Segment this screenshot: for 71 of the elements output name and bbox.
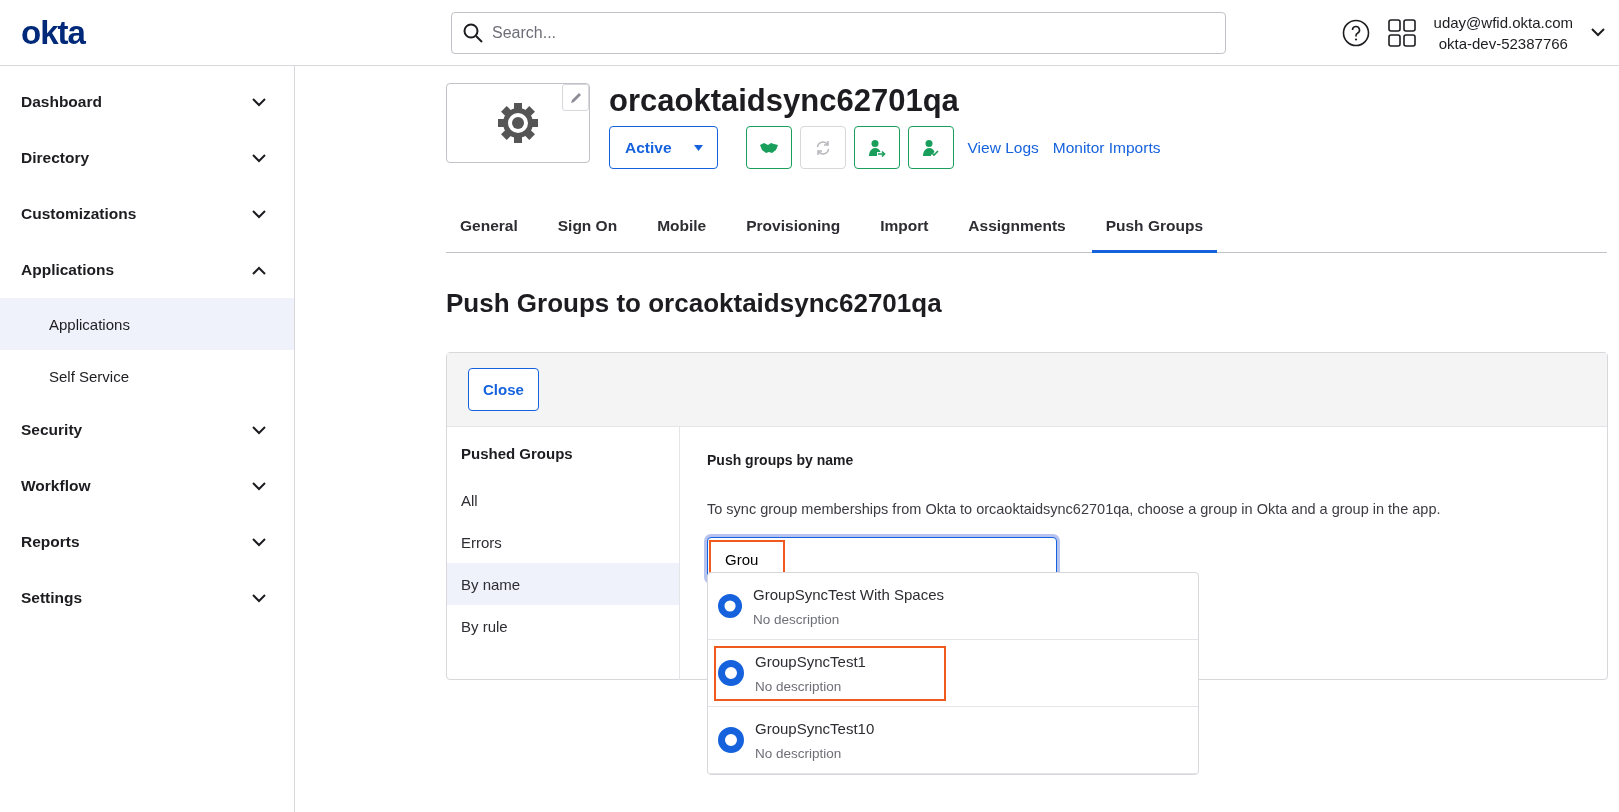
group-description: No description bbox=[755, 745, 843, 761]
user-push-button[interactable] bbox=[853, 126, 900, 169]
sidebar-label: Directory bbox=[21, 149, 90, 167]
pencil-icon bbox=[568, 90, 583, 105]
user-arrow-icon bbox=[867, 138, 886, 157]
group-description: No description bbox=[755, 678, 843, 694]
help-icon bbox=[1341, 18, 1370, 47]
sidebar-item[interactable]: Workflow bbox=[0, 458, 294, 514]
search-field[interactable]: Search... bbox=[451, 11, 1226, 54]
section-title: Push groups by name bbox=[707, 452, 855, 468]
filter-heading: Pushed Groups bbox=[460, 445, 574, 462]
apps-grid-button[interactable] bbox=[1387, 18, 1416, 47]
user-email: uday@wfid.okta.com bbox=[1433, 12, 1573, 33]
tab[interactable]: Import bbox=[866, 203, 943, 253]
sidebar-item[interactable]: Security bbox=[0, 402, 294, 458]
edit-logo-button[interactable] bbox=[562, 84, 589, 111]
filter-item[interactable]: By name bbox=[447, 563, 679, 605]
sidebar-label: Workflow bbox=[21, 477, 91, 495]
sidebar-item[interactable]: Reports bbox=[0, 514, 294, 570]
group-name: GroupSyncTest With Spaces bbox=[753, 585, 944, 603]
sidebar-label: Security bbox=[21, 421, 83, 439]
sidebar-item[interactable]: Customizations bbox=[0, 186, 294, 242]
sidebar-label: Applications bbox=[21, 261, 114, 279]
group-name: GroupSyncTest1 bbox=[755, 652, 866, 670]
tab[interactable]: Provisioning bbox=[732, 203, 855, 253]
tab[interactable]: Push Groups bbox=[1091, 203, 1217, 253]
group-option[interactable]: GroupSyncTest10 No description bbox=[708, 707, 1198, 774]
tab[interactable]: General bbox=[446, 203, 532, 253]
sidebar-item[interactable]: Dashboard bbox=[0, 74, 294, 130]
sidebar-label: Customizations bbox=[21, 205, 137, 223]
group-name: GroupSyncTest10 bbox=[755, 719, 875, 737]
app-title: orcaoktaidsync62701qa bbox=[609, 83, 960, 120]
okta-logo[interactable]: okta bbox=[21, 13, 451, 52]
help-button[interactable] bbox=[1341, 18, 1370, 47]
tab[interactable]: Sign On bbox=[543, 203, 632, 253]
user-check-button[interactable] bbox=[907, 126, 954, 169]
sidebar-item[interactable]: Applications bbox=[0, 242, 294, 298]
filter-item[interactable]: By rule bbox=[447, 605, 679, 647]
group-option[interactable]: GroupSyncTest With Spaces No description bbox=[708, 573, 1198, 640]
grid-icon bbox=[1387, 18, 1416, 47]
header-link[interactable]: Monitor Imports bbox=[1052, 138, 1161, 157]
caret-icon bbox=[693, 144, 703, 151]
group-ring-icon bbox=[718, 660, 744, 686]
filter-item[interactable]: All bbox=[447, 479, 679, 521]
user-check-icon bbox=[921, 138, 940, 157]
group-ring-icon bbox=[718, 593, 743, 619]
tab[interactable]: Mobile bbox=[643, 203, 721, 253]
group-ring-icon bbox=[718, 727, 744, 753]
gear-icon bbox=[497, 102, 539, 144]
tab[interactable]: Assignments bbox=[954, 203, 1080, 253]
close-button[interactable]: Close bbox=[468, 368, 539, 411]
account-menu-button[interactable] bbox=[1591, 28, 1605, 37]
sidebar-item[interactable]: Directory bbox=[0, 130, 294, 186]
org-name: okta-dev-52387766 bbox=[1438, 33, 1568, 54]
sidebar-label: Reports bbox=[21, 533, 80, 551]
header-link[interactable]: View Logs bbox=[967, 138, 1039, 157]
sidebar-label: Dashboard bbox=[21, 93, 102, 111]
description-text: To sync group memberships from Okta to orcaoktaidsync62701qa, choose a group in Okta and a group in the app. bbox=[707, 501, 1442, 517]
sidebar-subitem[interactable]: Applications bbox=[0, 298, 294, 350]
filter-item[interactable]: Errors bbox=[447, 521, 679, 563]
page-heading: Push Groups to orcaoktaidsync62701qa bbox=[446, 287, 943, 319]
handshake-button[interactable] bbox=[745, 126, 792, 169]
sidebar-subitem[interactable]: Self Service bbox=[0, 350, 294, 402]
sidebar-label: Settings bbox=[21, 589, 83, 607]
group-option[interactable]: GroupSyncTest1 No description bbox=[708, 640, 1198, 707]
group-description: No description bbox=[753, 611, 841, 627]
search-icon bbox=[463, 22, 483, 43]
status-dropdown[interactable]: Active bbox=[609, 126, 718, 169]
refresh-icon bbox=[814, 139, 831, 156]
sidebar-item[interactable]: Settings bbox=[0, 570, 294, 626]
chevron-down-icon bbox=[1591, 28, 1605, 37]
